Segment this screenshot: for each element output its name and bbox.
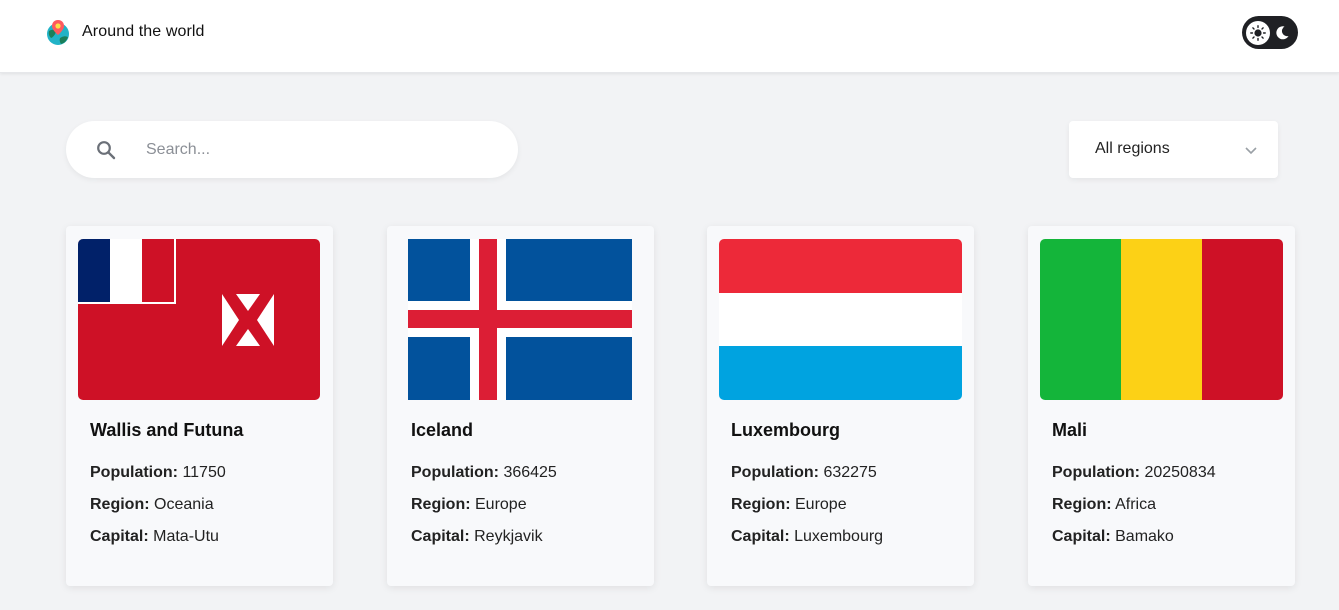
capital-label: Capital:: [1052, 528, 1111, 545]
region-label: Region:: [731, 496, 791, 513]
population-value: 366425: [503, 464, 557, 481]
population-value: 11750: [182, 464, 226, 481]
capital-line: Capital: Mata-Utu: [90, 528, 219, 546]
country-name: Iceland: [411, 420, 474, 440]
population-value: 632275: [823, 464, 877, 481]
iceland-flag: [408, 239, 632, 400]
population-line: Population: 632275: [731, 464, 877, 482]
country-card[interactable]: Iceland Population: 366425 Region: Europ…: [387, 226, 654, 586]
brand[interactable]: Around the world: [44, 18, 205, 46]
region-label: Region:: [411, 496, 471, 513]
mali-flag: [1040, 239, 1283, 400]
region-filter-value: All regions: [1095, 140, 1170, 157]
app-header: Around the world: [0, 0, 1339, 73]
region-line: Region: Africa: [1052, 496, 1156, 514]
globe-pin-icon: [44, 18, 72, 46]
capital-line: Capital: Reykjavik: [411, 528, 543, 546]
region-value: Europe: [475, 496, 527, 513]
region-value: Africa: [1115, 496, 1157, 513]
region-value: Europe: [795, 496, 847, 513]
capital-line: Capital: Bamako: [1052, 528, 1174, 546]
luxembourg-flag: [719, 239, 962, 400]
country-card[interactable]: Mali Population: 20250834 Region: Africa…: [1028, 226, 1295, 586]
country-name: Wallis and Futuna: [90, 420, 244, 440]
capital-value: Mata-Utu: [153, 528, 219, 545]
search-icon: [96, 140, 116, 160]
region-line: Region: Oceania: [90, 496, 214, 514]
country-name: Luxembourg: [731, 420, 841, 440]
country-card[interactable]: Luxembourg Population: 632275 Region: Eu…: [707, 226, 974, 586]
population-label: Population:: [1052, 464, 1140, 481]
region-label: Region:: [1052, 496, 1112, 513]
theme-toggle[interactable]: [1242, 16, 1298, 49]
population-label: Population:: [90, 464, 178, 481]
search-bar: [66, 121, 518, 178]
capital-line: Capital: Luxembourg: [731, 528, 883, 546]
capital-label: Capital:: [90, 528, 149, 545]
country-card[interactable]: Wallis and Futuna Population: 11750 Regi…: [66, 226, 333, 586]
sun-icon: [1246, 20, 1270, 45]
population-label: Population:: [411, 464, 499, 481]
population-label: Population:: [731, 464, 819, 481]
moon-icon: [1270, 21, 1294, 45]
capital-value: Bamako: [1115, 528, 1174, 545]
region-line: Region: Europe: [731, 496, 847, 514]
country-name: Mali: [1052, 420, 1088, 440]
wallis-and-futuna-flag: [78, 239, 320, 400]
region-value: Oceania: [154, 496, 214, 513]
capital-label: Capital:: [411, 528, 470, 545]
app-title: Around the world: [82, 23, 205, 40]
region-filter-dropdown[interactable]: All regions: [1069, 121, 1278, 178]
population-line: Population: 366425: [411, 464, 557, 482]
capital-label: Capital:: [731, 528, 790, 545]
search-input[interactable]: [146, 121, 496, 178]
region-label: Region:: [90, 496, 150, 513]
chevron-down-icon: [1244, 143, 1258, 157]
region-line: Region: Europe: [411, 496, 527, 514]
capital-value: Luxembourg: [794, 528, 884, 545]
population-line: Population: 20250834: [1052, 464, 1216, 482]
population-line: Population: 11750: [90, 464, 226, 482]
population-value: 20250834: [1144, 464, 1216, 481]
capital-value: Reykjavik: [474, 528, 543, 545]
